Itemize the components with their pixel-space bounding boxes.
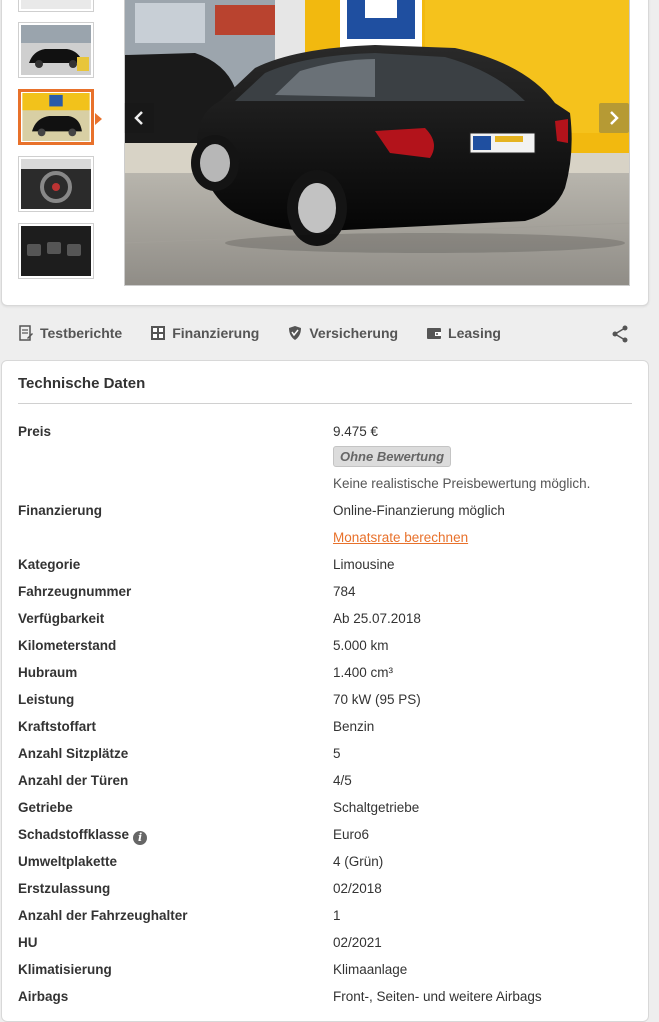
gallery-thumbnail-4[interactable]	[18, 156, 94, 212]
price-label: Preis	[18, 424, 52, 439]
wallet-icon	[427, 328, 442, 339]
car-thumbnail-image	[22, 93, 90, 141]
shield-icon	[289, 326, 302, 340]
chevron-left-icon	[134, 111, 143, 125]
spec-label: Erstzulassung	[18, 881, 111, 896]
spec-value: 784	[333, 584, 356, 599]
spec-label: Anzahl der Türen	[18, 773, 129, 788]
active-thumbnail-indicator	[95, 113, 102, 125]
spec-value: Limousine	[333, 557, 395, 572]
gallery-thumbnail-2[interactable]	[18, 22, 94, 78]
spec-value: 02/2021	[333, 935, 382, 950]
financing-label: Finanzierung	[18, 503, 102, 518]
main-car-photo[interactable]	[124, 0, 630, 286]
spec-value: Euro6	[333, 827, 370, 842]
price-rating-note: Keine realistische Preisbewertung möglic…	[333, 476, 591, 491]
finanzierung-label: Finanzierung	[172, 325, 260, 341]
versicherung-label: Versicherung	[309, 325, 399, 341]
interior-thumbnail-image	[21, 159, 91, 209]
spec-value: Ab 25.07.2018	[333, 611, 421, 626]
spec-label: Kilometerstand	[18, 638, 117, 653]
gallery-prev-button[interactable]	[124, 103, 154, 133]
spec-label: Getriebe	[18, 800, 73, 815]
financing-value: Online-Finanzierung möglich	[333, 503, 505, 518]
document-edit-icon	[19, 325, 33, 341]
spec-value: 5	[333, 746, 341, 761]
spec-value: 1	[333, 908, 341, 923]
gallery-next-button[interactable]	[599, 103, 629, 133]
testberichte-label: Testberichte	[40, 325, 123, 341]
action-toolbar: Testberichte Finanzierung Versicherung L…	[0, 316, 659, 350]
leasing-link[interactable]: Leasing	[426, 325, 501, 341]
spec-label: Anzahl Sitzplätze	[18, 746, 129, 761]
leasing-label: Leasing	[448, 325, 501, 341]
spec-label: Kategorie	[18, 557, 81, 572]
spec-label: Fahrzeugnummer	[18, 584, 132, 599]
spec-value: 4 (Grün)	[333, 854, 384, 869]
monthly-rate-link[interactable]: Monatsrate berechnen	[333, 530, 468, 545]
spec-label: Leistung	[18, 692, 75, 707]
price-rating-badge: Ohne Bewertung	[333, 446, 452, 467]
spec-value: 70 kW (95 PS)	[333, 692, 421, 707]
share-icon	[612, 325, 628, 343]
gallery-thumbnail-5[interactable]	[18, 223, 94, 279]
price-value: 9.475 €	[333, 424, 379, 439]
versicherung-link[interactable]: Versicherung	[287, 325, 398, 341]
controls-thumbnail-image	[21, 226, 91, 276]
divider	[18, 403, 632, 404]
share-button[interactable]	[611, 325, 629, 348]
spec-value: Benzin	[333, 719, 375, 734]
technical-data-card: Technische Daten Preis 9.475 € Ohne Bewe…	[1, 360, 649, 1022]
spec-value: Front-, Seiten- und weitere Airbags	[333, 989, 542, 1004]
spec-label: Airbags	[18, 989, 69, 1004]
testberichte-link[interactable]: Testberichte	[18, 325, 122, 341]
spec-label: Anzahl der Fahrzeughalter	[18, 908, 188, 923]
chevron-right-icon	[610, 111, 619, 125]
spec-label: Umweltplakette	[18, 854, 118, 869]
spec-label: Verfügbarkeit	[18, 611, 105, 626]
spec-label: Hubraum	[18, 665, 78, 680]
gallery-thumbnail-1[interactable]	[18, 0, 94, 12]
info-icon[interactable]: i	[133, 831, 148, 845]
spec-label: Klimatisierung	[18, 962, 112, 977]
spec-value: Klimaanlage	[333, 962, 408, 977]
car-thumbnail-image	[21, 25, 91, 75]
spec-value: 1.400 cm³	[333, 665, 394, 680]
spec-label: Schadstoffklasse i	[18, 827, 148, 845]
spec-value: 02/2018	[333, 881, 382, 896]
car-photo-image	[125, 0, 629, 285]
spec-value: Schaltgetriebe	[333, 800, 420, 815]
gallery-thumbnail-3-active[interactable]	[18, 89, 94, 145]
spec-value: 5.000 km	[333, 638, 389, 653]
spec-label: HU	[18, 935, 38, 950]
spec-value: 4/5	[333, 773, 352, 788]
spec-label: Kraftstoffart	[18, 719, 97, 734]
technical-data-title: Technische Daten	[18, 375, 146, 392]
finanzierung-link[interactable]: Finanzierung	[150, 325, 259, 341]
calculator-icon	[151, 326, 166, 340]
